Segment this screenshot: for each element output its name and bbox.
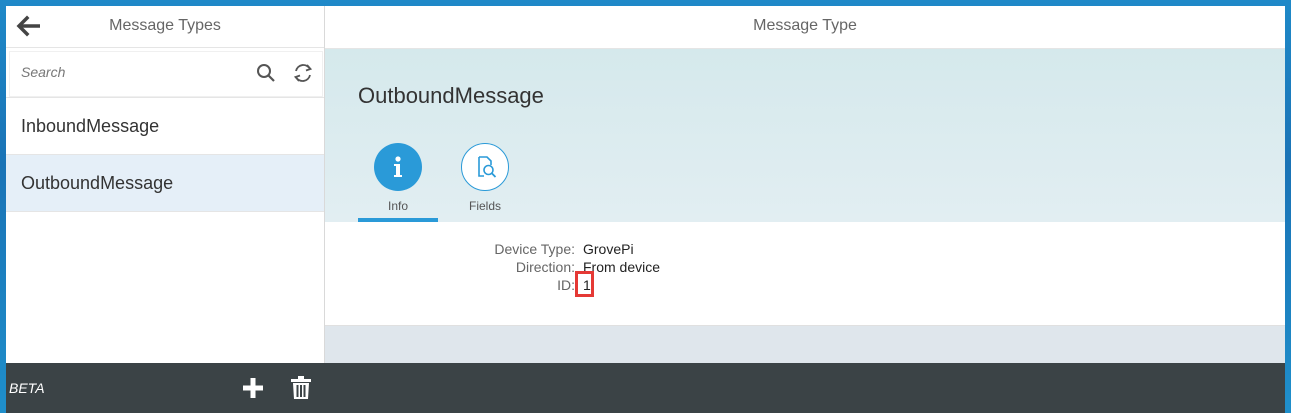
tab-info[interactable]: Info (358, 143, 438, 213)
field-direction-label: Direction: (515, 259, 575, 275)
search-input[interactable] (11, 56, 281, 88)
field-device-type-label: Device Type: (494, 241, 575, 257)
detail-pane: Message Type OutboundMessage Info Fields… (325, 6, 1285, 363)
field-device-type-value: GrovePi (583, 241, 634, 257)
object-title: OutboundMessage (358, 83, 544, 108)
tab-fields-label: Fields (468, 199, 501, 213)
info-icon (374, 143, 422, 191)
beta-label: BETA (9, 380, 45, 396)
list-item-outbound-message[interactable]: OutboundMessage (6, 155, 324, 212)
plus-icon[interactable] (242, 377, 264, 404)
highlight-box (575, 271, 594, 297)
footer-toolbar: BETA (6, 363, 1285, 413)
tab-info-label: Info (387, 199, 408, 213)
refresh-icon[interactable] (292, 62, 314, 89)
window-frame: Message Types Search InboundMessage Outb… (0, 0, 1291, 413)
field-id-label: ID: (557, 277, 575, 293)
document-search-icon (461, 143, 509, 191)
app-container: Message Types Search InboundMessage Outb… (6, 6, 1285, 413)
list-item-inbound-message[interactable]: InboundMessage (6, 98, 324, 155)
master-title: Message Types (109, 17, 221, 34)
object-header: OutboundMessage Info Fields (325, 49, 1285, 222)
search-bar (6, 48, 324, 98)
info-panel: Device Type: GrovePi Direction: From dev… (325, 222, 1285, 326)
search-icon[interactable] (256, 63, 276, 88)
tab-fields[interactable]: Fields (445, 143, 525, 213)
detail-header-title: Message Type (325, 6, 1285, 49)
field-direction-value: From device (583, 259, 661, 275)
master-pane: Message Types Search InboundMessage Outb… (6, 6, 325, 363)
trash-icon[interactable] (290, 376, 312, 405)
master-header: Message Types (6, 6, 324, 48)
